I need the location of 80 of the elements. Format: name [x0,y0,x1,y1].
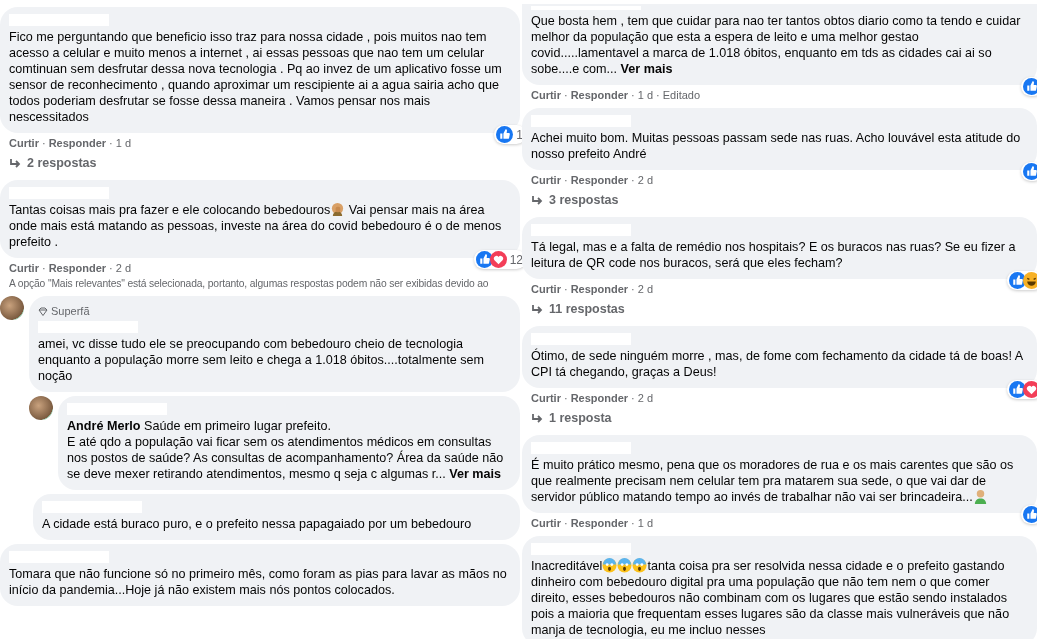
diamond-icon [38,306,48,316]
separator-dot: · [563,517,568,529]
comment-text: A cidade está buraco puro, e o prefeito nessa papagaiado por um bebedouro [42,516,473,532]
reaction-count: 12 [509,251,523,268]
screaming-face-emoji-icon [617,558,633,573]
person-emoji-icon [972,489,988,504]
action-link[interactable]: Curtir [9,137,39,149]
like-icon [1023,506,1037,523]
reply-arrow-icon [9,157,21,169]
comment-text: Tomara que não funcione só no primeiro mês, como foram as pias para lavar as mãos no início da pandemia...Hoje já não existem mais nós pontos colocados. [9,566,508,598]
like-icon [1023,78,1037,95]
separator-dot: · [563,283,568,295]
comment-text: Fico me perguntando que beneficio isso traz para nossa cidade , pois muitos nao tem acesso a celular e muito menos a internet , ai essas pessoas que nao tem um celular comtinuan sem desfrutar dessa nova tecnologia . Pq ao invez de um aplicativo fosse um sensor de reconhecimento , quando aproximar um rescipiente ai a agua sairia acho que todos poderiam desfrutar se fosse dessa maneira . Vamos pensar nos mais nescessitados [9,29,503,125]
avatar[interactable] [0,296,24,320]
action-link[interactable]: Responder [570,517,629,529]
separator-dot: · [563,392,568,404]
view-replies-link[interactable]: 1 resposta [522,407,612,431]
heart-icon [1023,381,1037,398]
facepalm-emoji-icon [330,202,346,217]
see-more-link[interactable]: Ver mais [620,62,673,76]
comment-text: Ótimo, de sede ninguém morre , mas, de fome com fechamento da cidade tá de boas! A CPI tá chegando, graças a Deus! [531,348,1024,380]
separator-dot: · [109,262,113,274]
reaction-count: 1 [516,126,523,143]
screaming-face-emoji-icon [632,558,648,573]
view-replies-link[interactable]: 11 respostas [522,298,625,322]
like-icon [1023,163,1037,180]
like-icon [475,251,493,268]
reaction-summary[interactable] [1007,271,1037,290]
comment-text: Tá legal, mas e a falta de remédio nos hospitais? E os buracos nas ruas? Se eu fizer a leitura de QR code nos buracos, será que eles fecham? [531,239,1017,271]
action-link[interactable]: Responder [48,137,107,149]
separator-dot: · [109,137,113,149]
action-link[interactable]: Responder [570,392,629,404]
comment-text: Inacreditável tanta coisa pra ser resolvida nessa cidade e o prefeito gastando dinheiro com bebedouro digital pra uma população que não tem nem o que comer direito, esses bebedouros não combinam com os lugares que estão sendo instalados pois a maioria que frequentam esses lugares são da classe mais vulneráveis que não manja de tecnologia, eu me incluo nesses [531,558,1011,638]
action-link[interactable]: Curtir [531,517,561,529]
filter-notice: A opção "Mais relevantes" está selecionada, portanto, algumas respostas podem não ser exibidas devido ao [8,277,489,291]
laughing-face-icon [1023,272,1037,289]
action-link[interactable]: Curtir [531,392,561,404]
like-icon [496,126,514,143]
comment-text: Que bosta hem , tem que cuidar para nao ter tantos obtos diario como ta tendo e cuidar melhor da população que esta a espera de leito e uma melhor gestao covid.....lamentavel a marca de 1.018 óbitos, enquanto em tds as cidades cai ai so sobe....e com... Ver mais [531,13,1022,77]
screaming-face-emoji-icon [602,558,618,573]
comment-meta: 1 d [637,517,654,529]
separator-dot: · [631,283,635,295]
action-link[interactable]: Curtir [9,262,39,274]
separator-dot: · [631,174,635,186]
comment-text: amei, vc disse tudo ele se preocupando com bebedouro cheio de tecnologia enquanto a população morre sem leito e chega a 1.018 óbitos....totalmente sem noção [38,336,485,384]
comment-text: Achei muito bom. Muitas pessoas passam sede nas ruas. Acho louvável esta atitude do nosso prefeito André [531,130,1022,162]
reaction-summary[interactable]: 12 [473,250,526,269]
separator-dot: · [631,392,635,404]
action-link[interactable]: Curtir [531,283,561,295]
separator-dot: · [656,89,660,101]
badge-label: Superfã [51,304,90,319]
reply-arrow-icon [531,194,543,206]
reply-arrow-icon [531,412,543,424]
view-replies-link[interactable]: 3 respostas [522,189,619,213]
comment-meta: Editado [662,89,701,101]
avatar[interactable] [29,396,53,420]
separator-dot: · [41,262,46,274]
comment-text: É muito prático mesmo, pena que os moradores de rua e os mais carentes que são os que realmente precisam nem celular tem pra matarem sua sede, o que vai dar de servidor público matando tempo ao invés de trabalhar não vai ser brincadeira... [531,457,1015,505]
comment-meta: 1 d [115,137,132,149]
comment-meta: 2 d [637,283,654,295]
comment-meta: 1 d [637,89,654,101]
comment-text: Tantas coisas mais pra fazer e ele colocando bebedouros Vai pensar mais na área onde mais está matando as pessoas, investe na área do covid bebedouro é o de menos prefeito . [9,202,503,250]
comment-meta: 2 d [637,174,654,186]
comment-meta: 2 d [115,262,132,274]
see-more-link[interactable]: Ver mais [449,467,502,481]
action-link[interactable]: Responder [48,262,107,274]
separator-dot: · [631,517,635,529]
action-link[interactable]: Responder [570,283,629,295]
action-link[interactable]: Responder [570,174,629,186]
comment-meta: 2 d [637,392,654,404]
action-link[interactable]: Responder [570,89,629,101]
action-link[interactable]: Curtir [531,89,561,101]
action-link[interactable]: Curtir [531,174,561,186]
view-replies-link[interactable]: 2 respostas [0,152,97,176]
separator-dot: · [563,174,568,186]
separator-dot: · [41,137,46,149]
separator-dot: · [631,89,635,101]
reply-arrow-icon [531,303,543,315]
separator-dot: · [563,89,568,101]
comment-text: André Merlo Saúde em primeiro lugar prefeito. E até qdo a população vai ficar sem os atendimentos médicos em consultas nos postos de saúde? As consultas de acompanhamento? Área da saúde não se deve mexer retirando atendimentos, mesmo q seja c algumas r... Ver mais [67,418,505,482]
